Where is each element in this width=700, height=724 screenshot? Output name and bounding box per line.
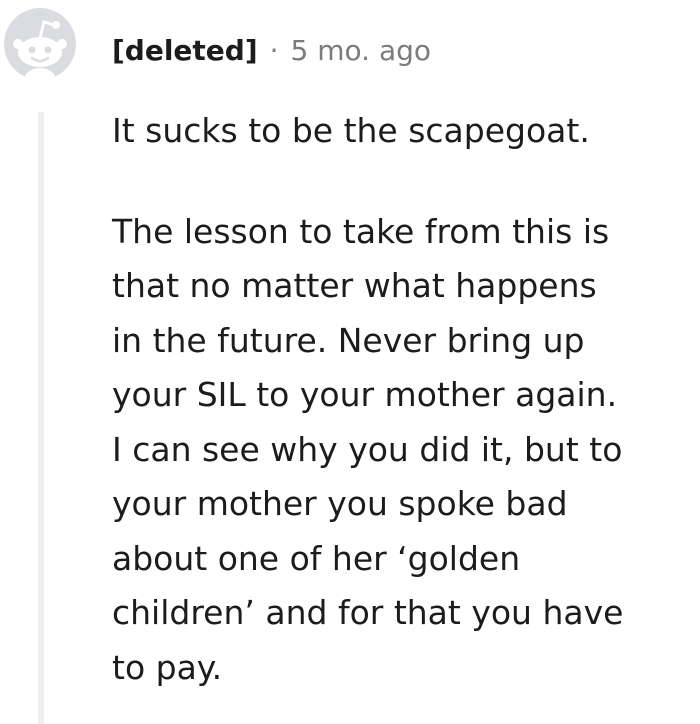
comment-body: It sucks to be the scapegoat. The lesson… [112, 104, 692, 695]
comment: [deleted] · 5 mo. ago It sucks to be the… [0, 0, 700, 724]
comment-line: The lesson to take from this is [112, 211, 610, 251]
thread-collapse-line[interactable] [38, 112, 44, 724]
comment-line: It sucks to be the scapegoat. [112, 111, 590, 150]
comment-paragraph: The lesson to take from this is that no … [112, 205, 692, 696]
comment-line: your mother you spoke bad [112, 484, 568, 523]
comment-line: your SIL to your mother again. [112, 375, 618, 414]
comment-line: that no matter what happens [112, 266, 597, 305]
meta-separator: · [269, 33, 279, 67]
avatar[interactable] [4, 8, 76, 80]
comment-line: to pay. [112, 647, 223, 687]
comment-line: I can see why you did it, but to [112, 429, 623, 469]
comment-timestamp[interactable]: 5 mo. ago [291, 34, 432, 67]
comment-line: about one of her ‘golden [112, 538, 521, 578]
comment-line: in the future. Never bring up [112, 320, 585, 360]
comment-header: [deleted] · 5 mo. ago [112, 28, 431, 72]
comment-line: children’ and for that you have [112, 593, 624, 632]
reddit-snoo-icon [13, 20, 67, 80]
comment-paragraph: It sucks to be the scapegoat. [112, 104, 692, 159]
comment-author[interactable]: [deleted] [112, 34, 258, 67]
